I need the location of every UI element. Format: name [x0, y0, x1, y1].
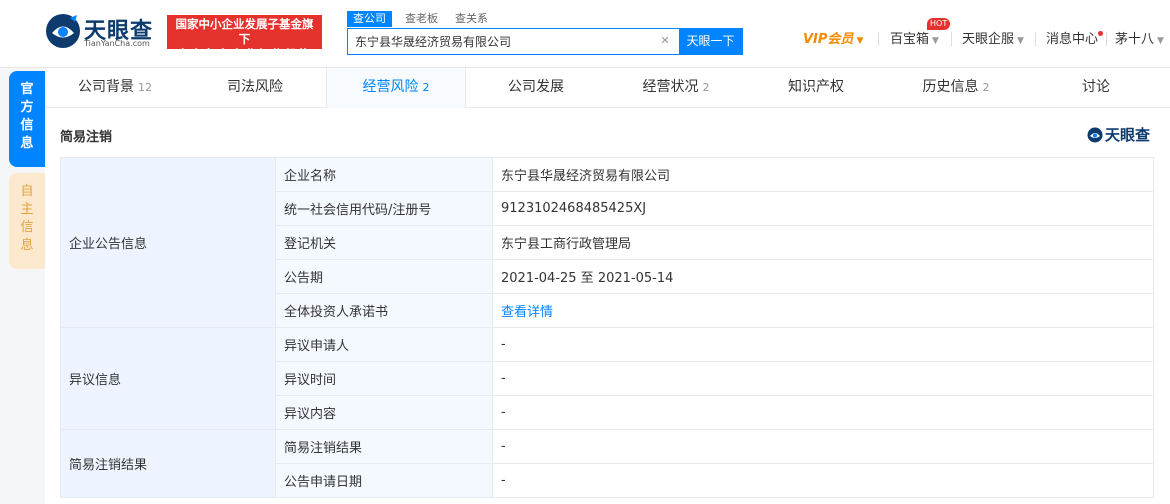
row-value: - — [492, 327, 1154, 362]
side-tab-label: 自主信息 — [20, 184, 34, 253]
tab-business-status[interactable]: 经营状况 2 — [606, 68, 746, 108]
search-tab-company[interactable]: 查公司 — [347, 11, 392, 27]
group-cell-announcement: 企业公告信息 — [60, 157, 276, 328]
vip-label: VIP会员 — [803, 32, 854, 47]
tab-discussion[interactable]: 讨论 — [1026, 68, 1166, 108]
logo-domain: TianYanCha.com — [84, 39, 150, 48]
row-label: 公告期 — [275, 259, 493, 294]
unread-dot — [1098, 31, 1103, 36]
search-button[interactable]: 天眼一下 — [679, 29, 742, 54]
chevron-down-icon: ▼ — [856, 36, 864, 46]
row-label: 企业名称 — [275, 157, 493, 192]
row-value: 东宁县华晟经济贸易有限公司 — [492, 157, 1154, 192]
hot-badge: HOT — [927, 18, 951, 30]
row-label: 统一社会信用代码/注册号 — [275, 191, 493, 226]
tab-label: 公司背景 — [78, 79, 134, 95]
tab-label: 公司发展 — [508, 79, 564, 95]
search-input[interactable] — [348, 29, 680, 54]
row-value: 2021-04-25 至 2021-05-14 — [492, 259, 1154, 294]
row-label: 公告申请日期 — [275, 463, 493, 498]
row-label: 异议申请人 — [275, 327, 493, 362]
tab-judicial-risk[interactable]: 司法风险 — [185, 68, 325, 108]
nav-user-menu[interactable]: 茅十八 ▼ — [1115, 30, 1164, 50]
row-value: - — [492, 429, 1154, 464]
row-value: - — [492, 361, 1154, 396]
row-value: - — [492, 463, 1154, 498]
message-center-label: 消息中心 — [1046, 32, 1099, 47]
tab-label: 知识产权 — [788, 79, 844, 95]
watermark-logo: 天眼查 — [1087, 126, 1157, 144]
treasure-box-label: 百宝箱 — [890, 32, 930, 47]
tab-count: 2 — [422, 81, 430, 94]
row-label: 异议内容 — [275, 395, 493, 430]
table-row: 异议信息 异议申请人 - — [60, 327, 1154, 430]
nav-message-center[interactable]: 消息中心 — [1046, 30, 1098, 50]
tab-intellectual-property[interactable]: 知识产权 — [746, 68, 886, 108]
tab-label: 司法风险 — [227, 79, 283, 95]
row-label: 异议时间 — [275, 361, 493, 396]
top-bar: 天眼查 TianYanCha.com 国家中小企业发展子基金旗下 官方备案企业征… — [0, 0, 1170, 68]
row-value: 东宁县工商行政管理局 — [492, 225, 1154, 260]
group-cell-result: 简易注销结果 — [60, 429, 276, 498]
watermark-eye-icon — [1087, 127, 1103, 143]
clear-icon[interactable]: ✕ — [658, 34, 672, 47]
user-name: 茅十八 — [1115, 32, 1155, 47]
side-tab-self-info[interactable]: 自主信息 — [9, 173, 45, 269]
nav-divider — [878, 32, 879, 46]
tab-label: 历史信息 — [922, 79, 979, 95]
deregistration-table: 企业公告信息 企业名称 东宁县华晟经济贸易有限公司 统一社会信用代码/注册号 9… — [60, 157, 1154, 498]
nav-treasure-box[interactable]: 百宝箱 ▼ — [890, 30, 939, 50]
tab-history-info[interactable]: 历史信息 2 — [886, 68, 1026, 108]
category-tabs: 公司背景 12 司法风险 经营风险 2 公司发展 经营状况 2 知识产权 历史信息 2 … — [45, 68, 1170, 108]
chevron-down-icon: ▼ — [1157, 36, 1164, 46]
nav-enterprise-service[interactable]: 天眼企服 ▼ — [962, 30, 1024, 50]
tab-company-development[interactable]: 公司发展 — [466, 68, 606, 108]
section-title: 简易注销 — [60, 130, 113, 145]
row-value: 9123102468485425XJ — [492, 191, 1154, 226]
tab-count: 12 — [138, 81, 152, 94]
tab-operating-risk[interactable]: 经营风险 2 — [326, 68, 466, 108]
tab-company-background[interactable]: 公司背景 12 — [45, 68, 185, 108]
search-tab-boss[interactable]: 查老板 — [405, 11, 438, 27]
chevron-down-icon: ▼ — [932, 36, 939, 46]
side-tab-label: 官方信息 — [20, 82, 34, 151]
nav-vip[interactable]: VIP会员 ▼ — [803, 30, 863, 50]
side-tab-official-info[interactable]: 官方信息 — [9, 71, 45, 167]
watermark-text: 天眼查 — [1105, 126, 1151, 144]
row-label: 登记机关 — [275, 225, 493, 260]
tab-count: 2 — [702, 81, 710, 94]
badge-line-2: 官方备案企业征信机构 — [177, 47, 312, 61]
row-label: 全体投资人承诺书 — [275, 293, 493, 328]
tianyancha-logo[interactable]: 天眼查 TianYanCha.com — [44, 12, 160, 52]
row-label: 简易注销结果 — [275, 429, 493, 464]
tab-label: 讨论 — [1082, 79, 1110, 95]
logo-eye-icon — [46, 14, 80, 48]
nav-divider — [951, 32, 952, 46]
tab-label: 经营状况 — [642, 79, 699, 95]
enterprise-service-label: 天眼企服 — [962, 32, 1015, 47]
tab-count: 2 — [982, 81, 990, 94]
table-row: 企业公告信息 企业名称 东宁县华晟经济贸易有限公司 — [60, 157, 1154, 328]
search-box: ✕ 天眼一下 — [347, 28, 743, 55]
view-details-link[interactable]: 查看详情 — [492, 293, 1154, 328]
badge-line-1: 国家中小企业发展子基金旗下 — [175, 17, 314, 46]
nav-divider — [1035, 32, 1036, 46]
official-badge: 国家中小企业发展子基金旗下 官方备案企业征信机构 — [167, 15, 322, 61]
row-value: - — [492, 395, 1154, 430]
table-row: 简易注销结果 简易注销结果 - — [60, 429, 1154, 498]
group-cell-objection: 异议信息 — [60, 327, 276, 430]
search-tab-relation[interactable]: 查关系 — [455, 11, 488, 27]
chevron-down-icon: ▼ — [1017, 36, 1024, 46]
nav-divider — [1106, 32, 1107, 46]
tab-label: 经营风险 — [362, 79, 419, 95]
